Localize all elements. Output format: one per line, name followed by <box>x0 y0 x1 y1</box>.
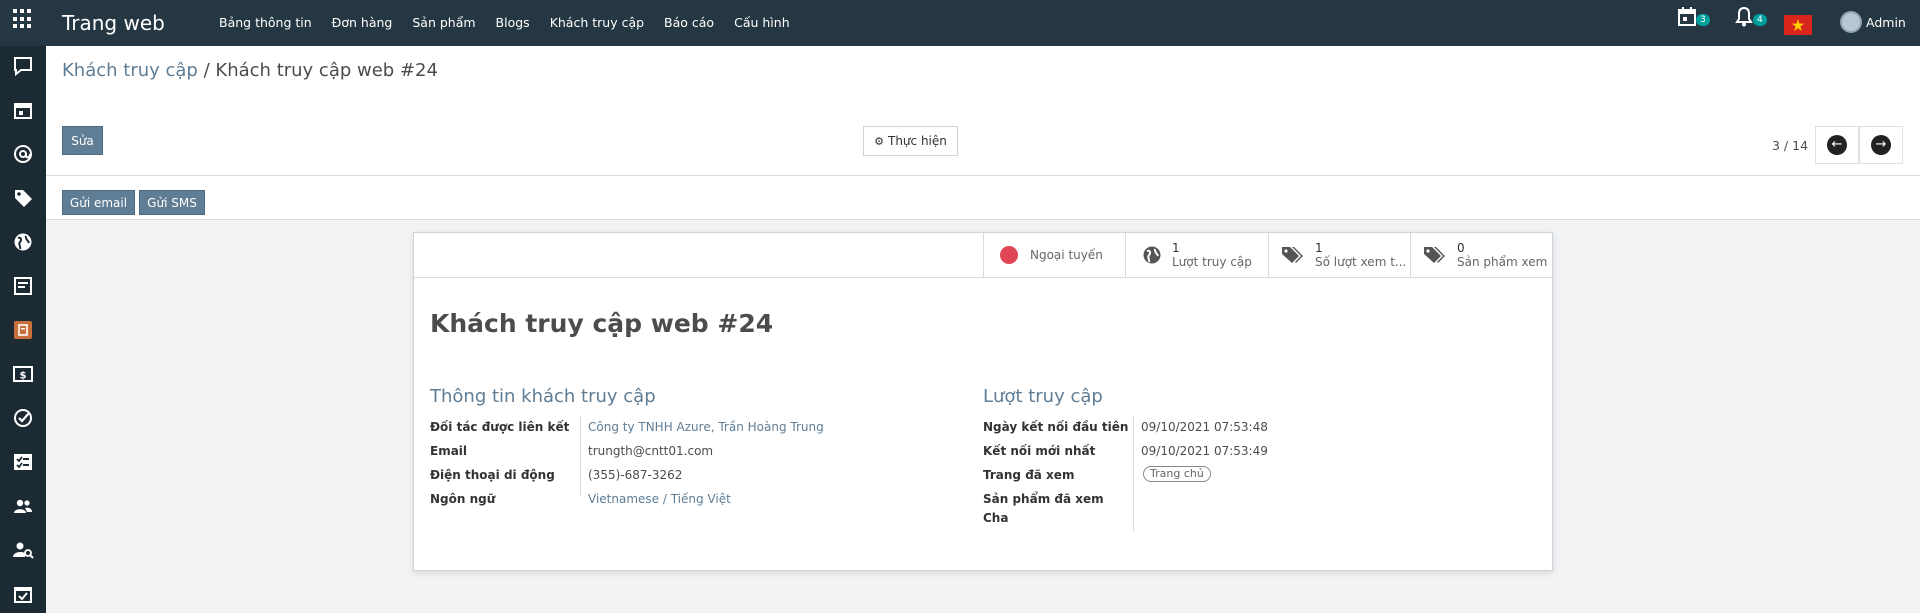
activities-badge: 3 <box>1696 14 1710 26</box>
pager-next-button[interactable]: → <box>1859 126 1903 164</box>
page-views-label: Số lượt xem t... <box>1315 254 1407 269</box>
menu-products[interactable]: Sản phẩm <box>412 15 475 30</box>
menu-orders[interactable]: Đơn hàng <box>332 15 393 30</box>
first-connection-label: Ngày kết nối đầu tiên <box>983 420 1129 434</box>
send-email-button[interactable]: Gửi email <box>62 190 135 215</box>
language-flag-icon[interactable] <box>1784 15 1812 35</box>
action-button[interactable]: ⚙ Thực hiện <box>863 126 958 156</box>
visits-label: Lượt truy cập <box>1172 254 1252 269</box>
visited-page-tag[interactable]: Trang chủ <box>1143 466 1211 482</box>
page-views-smart-button[interactable]: 1 Số lượt xem t... <box>1268 233 1410 277</box>
record-title: Khách truy cập web #24 <box>430 309 774 338</box>
visits-count: 1 <box>1172 240 1180 255</box>
visitor-info-heading: Thông tin khách truy cập <box>430 386 656 407</box>
user-name[interactable]: Admin <box>1866 15 1906 30</box>
tags-icon <box>1424 247 1445 263</box>
viewed-products-label: Sản phẩm đã xem <box>983 492 1104 506</box>
main-menu: Bảng thông tin Đơn hàng Sản phẩm Blogs K… <box>219 15 790 30</box>
menu-reports[interactable]: Báo cáo <box>664 15 714 30</box>
breadcrumb: Khách truy cập / Khách truy cập web #24 <box>62 60 438 81</box>
status-smart-button[interactable]: Ngoại tuyến <box>983 233 1125 277</box>
notifications-button[interactable]: 4 <box>1735 6 1767 32</box>
pager-value[interactable]: 3 / 14 <box>1772 138 1808 153</box>
partner-label: Đối tác được liên kết <box>430 420 570 434</box>
document-icon[interactable] <box>11 274 35 298</box>
user-avatar[interactable] <box>1840 11 1862 33</box>
last-connection-value: 09/10/2021 07:53:49 <box>1141 444 1268 458</box>
tag-icon[interactable] <box>11 186 35 210</box>
edit-button[interactable]: Sửa <box>62 126 103 155</box>
form-sheet: Ngoại tuyến 1 Lượt truy cập 1 Số lượt xe… <box>413 232 1553 571</box>
page-views-count: 1 <box>1315 240 1323 255</box>
notifications-badge: 4 <box>1753 14 1767 26</box>
products-viewed-count: 0 <box>1457 240 1465 255</box>
checklist-icon[interactable] <box>11 450 35 474</box>
smart-buttons-row: Ngoại tuyến 1 Lượt truy cập 1 Số lượt xe… <box>414 233 1552 278</box>
arrow-left-icon: ← <box>1827 135 1847 155</box>
parent-label: Cha <box>983 511 1009 525</box>
breadcrumb-parent[interactable]: Khách truy cập <box>62 60 198 81</box>
tags-icon <box>1282 247 1303 263</box>
email-value: trungth@cntt01.com <box>588 444 714 458</box>
menu-configuration[interactable]: Cấu hình <box>734 15 790 30</box>
money-icon[interactable]: $ <box>11 362 35 386</box>
left-group-separator <box>580 416 581 496</box>
user-search-icon[interactable] <box>11 538 35 562</box>
menu-dashboard[interactable]: Bảng thông tin <box>219 15 312 30</box>
visits-smart-button[interactable]: 1 Lượt truy cập <box>1125 233 1268 277</box>
breadcrumb-separator: / <box>203 60 210 81</box>
app-sidebar: $ <box>0 46 46 613</box>
status-label: Ngoại tuyến <box>1030 247 1103 262</box>
offline-status-dot <box>1000 246 1018 264</box>
first-connection-value: 09/10/2021 07:53:48 <box>1141 420 1268 434</box>
calendar-icon <box>1678 7 1696 26</box>
products-viewed-smart-button[interactable]: 0 Sản phẩm xem <box>1410 233 1552 277</box>
product-box-icon[interactable] <box>11 318 35 342</box>
globe-icon <box>1143 246 1161 264</box>
contacts-at-icon[interactable] <box>11 142 35 166</box>
visits-heading: Lượt truy cập <box>983 386 1103 407</box>
discuss-icon[interactable] <box>11 54 35 78</box>
menu-blogs[interactable]: Blogs <box>496 15 530 30</box>
calendar-check-icon[interactable] <box>11 582 35 606</box>
apps-menu-icon[interactable] <box>13 9 33 29</box>
activities-button[interactable]: 3 <box>1677 6 1710 32</box>
website-globe-icon[interactable] <box>11 230 35 254</box>
partner-value[interactable]: Công ty TNHH Azure, Trần Hoàng Trung <box>588 420 824 434</box>
bell-icon <box>1735 6 1753 27</box>
action-label: Thực hiện <box>887 134 947 148</box>
language-label: Ngôn ngữ <box>430 492 496 506</box>
mobile-label: Điện thoại di động <box>430 468 555 482</box>
team-icon[interactable] <box>11 494 35 518</box>
email-label: Email <box>430 444 468 458</box>
visited-pages-label: Trang đã xem <box>983 468 1075 482</box>
arrow-right-icon: → <box>1871 135 1891 155</box>
pager-previous-button[interactable]: ← <box>1815 126 1859 164</box>
calendar-icon[interactable] <box>11 98 35 122</box>
mobile-value: (355)-687-3262 <box>588 468 683 482</box>
gear-icon: ⚙ <box>874 134 884 148</box>
top-navbar: Trang web Bảng thông tin Đơn hàng Sản ph… <box>0 0 1920 46</box>
control-panel-divider <box>46 175 1920 176</box>
language-value[interactable]: Vietnamese / Tiếng Việt <box>588 492 731 506</box>
right-group-separator <box>1133 416 1134 531</box>
send-sms-button[interactable]: Gửi SMS <box>139 190 205 215</box>
breadcrumb-current: Khách truy cập web #24 <box>215 60 438 81</box>
svg-text:$: $ <box>20 371 27 382</box>
menu-visitors[interactable]: Khách truy cập <box>550 15 644 30</box>
products-viewed-label: Sản phẩm xem <box>1457 254 1548 269</box>
last-connection-label: Kết nối mới nhất <box>983 444 1096 458</box>
check-circle-icon[interactable] <box>11 406 35 430</box>
app-brand[interactable]: Trang web <box>62 11 165 35</box>
